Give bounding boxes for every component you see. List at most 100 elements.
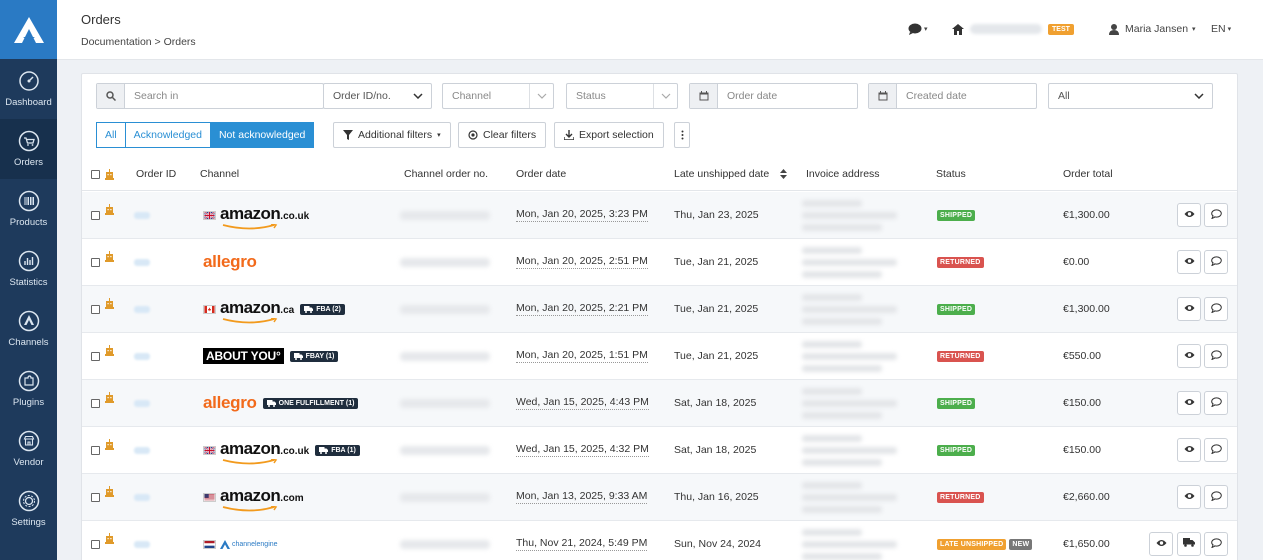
order-date: Mon, Jan 20, 2025, 2:51 PM — [516, 255, 648, 269]
sidebar-item-channels[interactable]: Channels — [0, 299, 57, 359]
col-order-date[interactable]: Order date — [516, 158, 566, 190]
row-checkbox[interactable] — [91, 539, 100, 549]
row-checkbox[interactable] — [91, 445, 100, 455]
order-id[interactable] — [134, 305, 150, 313]
robot-icon — [105, 203, 114, 215]
message-icon — [1210, 255, 1222, 269]
table-row[interactable]: ABOUT YOU° FBAY (1) Mon, Jan 20, 2025, 1:5… — [82, 333, 1237, 380]
message-button[interactable] — [1204, 485, 1228, 509]
created-date-input[interactable]: Created date — [868, 83, 1037, 109]
robot-icon — [105, 391, 114, 403]
table-row[interactable]: amazon.co.uk Mon, Jan 20, 2025, 3:23 PM Th… — [82, 192, 1237, 239]
us-flag-icon — [203, 492, 216, 502]
sidebar-item-products[interactable]: Products — [0, 179, 57, 239]
truck-icon — [319, 446, 329, 454]
row-checkbox[interactable] — [91, 304, 100, 314]
order-id[interactable] — [134, 540, 150, 548]
search-input[interactable]: Search in — [125, 90, 323, 102]
col-channel-order-no[interactable]: Channel order no. — [404, 158, 488, 190]
order-id[interactable] — [134, 399, 150, 407]
shop-selector[interactable]: TEST — [952, 20, 1074, 38]
sidebar-item-vendor[interactable]: Vendor — [0, 419, 57, 479]
seg-not-acknowledged[interactable]: Not acknowledged — [210, 122, 315, 148]
seg-acknowledged[interactable]: Acknowledged — [125, 122, 211, 148]
message-button[interactable] — [1204, 438, 1228, 462]
col-order-id[interactable]: Order ID — [136, 158, 176, 190]
table-row[interactable]: allegro Mon, Jan 20, 2025, 2:51 PM Tue, Ja… — [82, 239, 1237, 286]
view-order-button[interactable] — [1177, 438, 1201, 462]
eye-icon — [1184, 444, 1195, 456]
user-menu[interactable]: Maria Jansen ▾ — [1109, 20, 1196, 38]
message-button[interactable] — [1204, 297, 1228, 321]
more-options-button[interactable] — [674, 122, 690, 148]
row-checkbox[interactable] — [91, 398, 100, 408]
sidebar-item-orders[interactable]: Orders — [0, 119, 57, 179]
view-order-button[interactable] — [1177, 250, 1201, 274]
order-total: €1,650.00 — [1063, 538, 1110, 550]
export-selection-button[interactable]: Export selection — [554, 122, 664, 148]
amazon-logo: amazon.ca — [220, 299, 294, 324]
message-button[interactable] — [1204, 391, 1228, 415]
message-button[interactable] — [1204, 203, 1228, 227]
seg-all[interactable]: All — [96, 122, 126, 148]
app-logo[interactable] — [0, 0, 57, 59]
view-order-button[interactable] — [1177, 485, 1201, 509]
status-placeholder: Status — [576, 90, 606, 102]
col-invoice-address[interactable]: Invoice address — [806, 158, 880, 190]
language-menu[interactable]: EN ▾ — [1211, 20, 1231, 38]
search-input-group[interactable]: Search in — [96, 83, 324, 109]
table-row[interactable]: amazon.com Mon, Jan 13, 2025, 9:33 AM Thu,… — [82, 474, 1237, 521]
col-channel[interactable]: Channel — [200, 158, 239, 190]
download-icon — [564, 130, 574, 140]
col-order-total[interactable]: Order total — [1063, 158, 1113, 190]
message-button[interactable] — [1204, 532, 1228, 556]
row-checkbox[interactable] — [91, 351, 100, 361]
orders-card: Search in Order ID/no. Channel Status Or… — [81, 73, 1238, 560]
message-button[interactable] — [1204, 344, 1228, 368]
order-id[interactable] — [134, 258, 150, 266]
order-id[interactable] — [134, 352, 150, 360]
view-order-button[interactable] — [1177, 297, 1201, 321]
message-button[interactable] — [1204, 250, 1228, 274]
channel-order-no — [400, 398, 490, 408]
fulfillment-badge: FBA (2) — [300, 303, 345, 315]
col-late-unshipped[interactable]: Late unshipped date — [674, 158, 788, 190]
table-row[interactable]: allegro ONE FULFILLMENT (1) Wed, Jan 15, 2… — [82, 380, 1237, 427]
order-date-input[interactable]: Order date — [689, 83, 858, 109]
sidebar-item-statistics[interactable]: Statistics — [0, 239, 57, 299]
robot-icon — [105, 485, 114, 497]
allegro-logo: allegro — [203, 393, 257, 412]
view-order-button[interactable] — [1149, 532, 1173, 556]
sidebar-item-dashboard[interactable]: Dashboard — [0, 59, 57, 119]
robot-icon — [105, 297, 114, 309]
table-row[interactable]: amazon.co.uk FBA (1) Wed, Jan 15, 2025, 4:… — [82, 427, 1237, 474]
table-row[interactable]: channelengine Thu, Nov 21, 2024, 5:49 PM S… — [82, 521, 1237, 560]
order-total: €2,660.00 — [1063, 491, 1110, 503]
view-order-button[interactable] — [1177, 391, 1201, 415]
ship-order-button[interactable] — [1177, 532, 1201, 556]
row-checkbox[interactable] — [91, 257, 100, 267]
channelengine-logo: channelengine — [220, 539, 278, 549]
sidebar-item-plugins[interactable]: Plugins — [0, 359, 57, 419]
status-badge: LATE UNSHIPPED — [937, 538, 1007, 550]
view-order-button[interactable] — [1177, 203, 1201, 227]
view-order-button[interactable] — [1177, 344, 1201, 368]
status-select[interactable]: Status — [566, 83, 678, 109]
col-status[interactable]: Status — [936, 158, 966, 190]
clear-filters-button[interactable]: Clear filters — [458, 122, 547, 148]
all-select[interactable]: All — [1048, 83, 1213, 109]
breadcrumb[interactable]: Documentation > Orders — [81, 36, 196, 48]
chat-menu[interactable]: ▾ — [908, 20, 928, 38]
row-checkbox[interactable] — [91, 210, 100, 220]
order-id[interactable] — [134, 446, 150, 454]
select-all-checkbox[interactable] — [91, 169, 100, 179]
table-row[interactable]: amazon.ca FBA (2) Mon, Jan 20, 2025, 2:21 … — [82, 286, 1237, 333]
search-field-select[interactable]: Order ID/no. — [323, 83, 432, 109]
additional-filters-button[interactable]: Additional filters ▾ — [333, 122, 451, 148]
order-id[interactable] — [134, 211, 150, 219]
channel-select[interactable]: Channel — [442, 83, 554, 109]
row-checkbox[interactable] — [91, 492, 100, 502]
robot-icon — [105, 344, 114, 356]
order-id[interactable] — [134, 493, 150, 501]
sidebar-item-settings[interactable]: Settings — [0, 479, 57, 539]
